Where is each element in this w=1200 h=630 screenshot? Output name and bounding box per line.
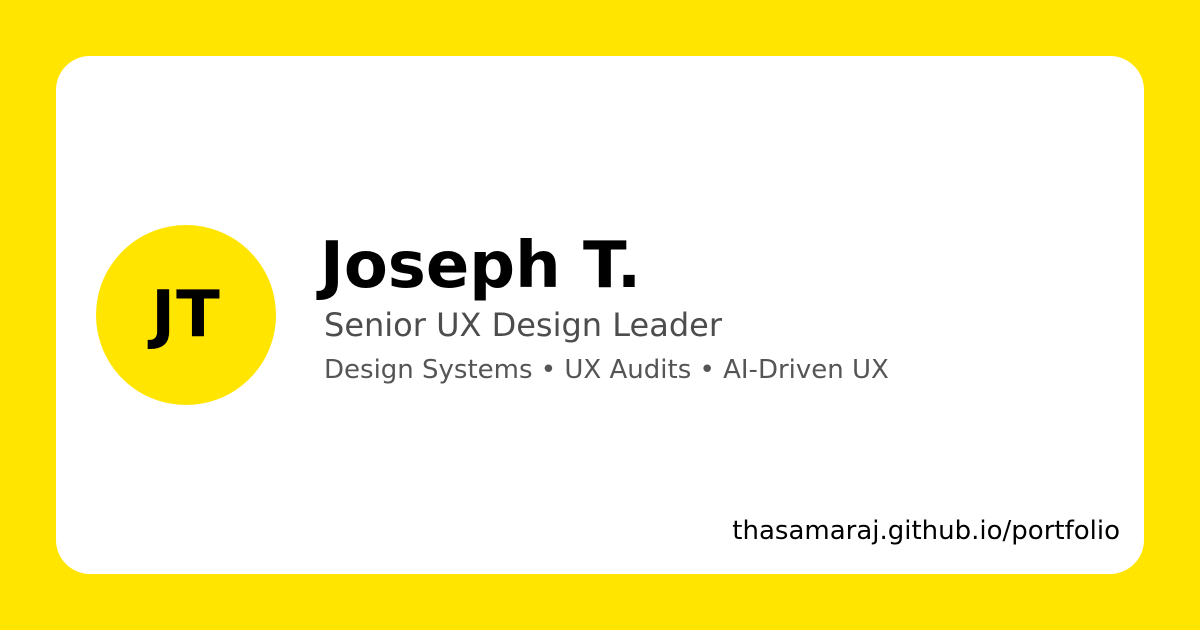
avatar-initials: JT	[151, 278, 221, 352]
profile-title: Senior UX Design Leader	[324, 306, 722, 344]
profile-card: JT Joseph T. Senior UX Design Leader Des…	[56, 56, 1144, 574]
profile-skills: Design Systems • UX Audits • AI-Driven U…	[324, 355, 889, 385]
portfolio-url[interactable]: thasamaraj.github.io/portfolio	[732, 517, 1120, 546]
profile-name: Joseph T.	[320, 229, 642, 303]
avatar: JT	[96, 225, 276, 405]
social-card-background: { "avatar": { "initials": "JT" }, "profi…	[0, 0, 1200, 630]
